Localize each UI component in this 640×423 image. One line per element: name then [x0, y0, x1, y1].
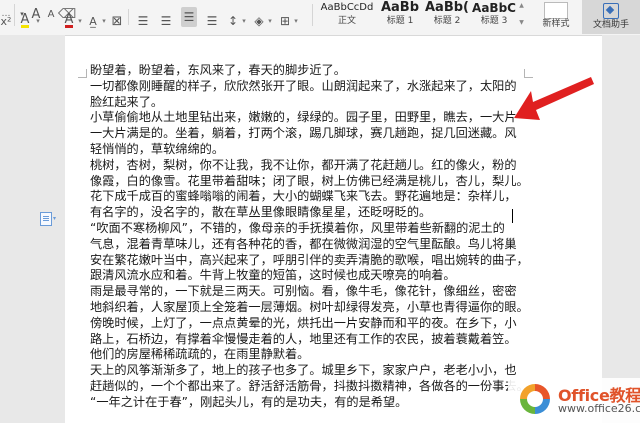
red-arrow-icon — [514, 77, 594, 120]
office-logo-icon — [520, 384, 550, 414]
office-logo: Office教程网 www.office26.com — [508, 378, 640, 423]
logo-url: www.office26.com — [558, 402, 640, 415]
